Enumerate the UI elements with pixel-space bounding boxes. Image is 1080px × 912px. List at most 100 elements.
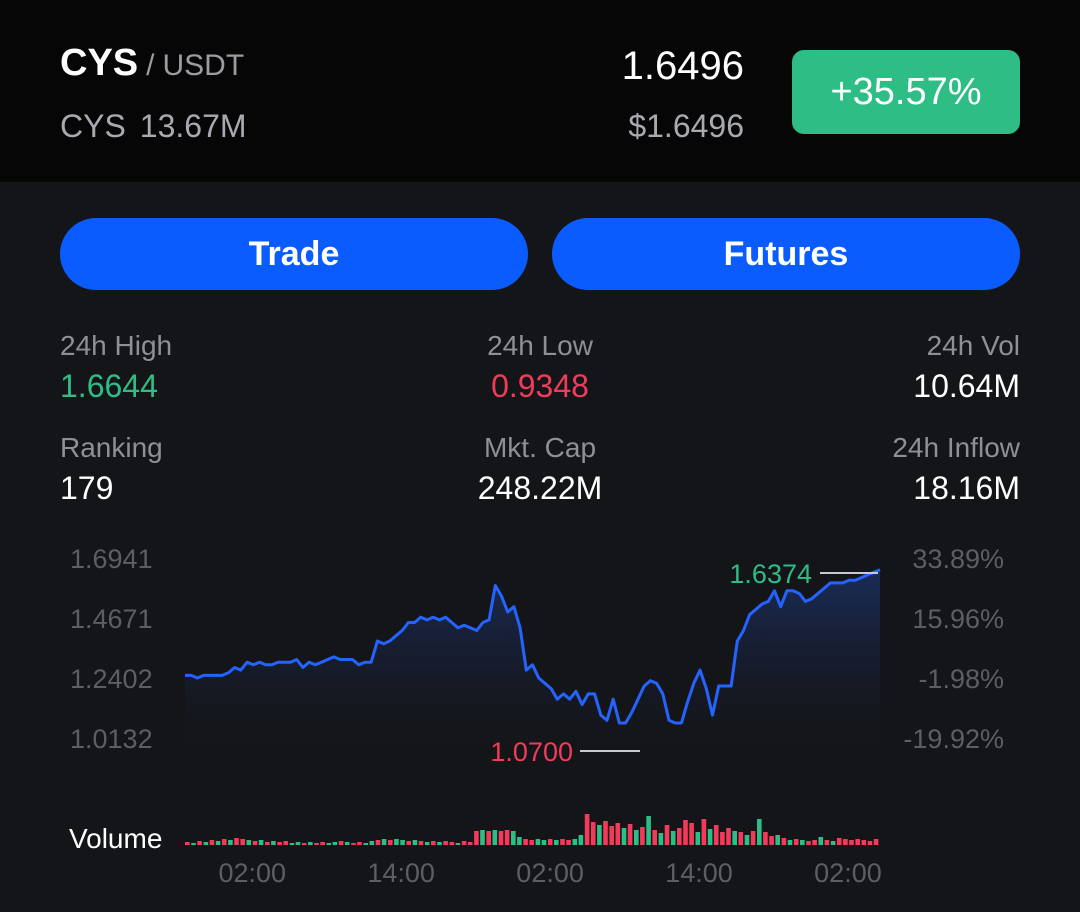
volume-bar (670, 831, 676, 845)
high-marker-label: 1.6374 (729, 559, 812, 589)
volume-bar (461, 841, 467, 845)
volume-bar (271, 841, 276, 845)
volume-bar (750, 831, 756, 845)
volume-bar (234, 838, 239, 845)
volume-bar (424, 842, 430, 845)
volume-bar (843, 839, 848, 845)
volume-bar (855, 839, 860, 845)
stat-market-cap: Mkt. Cap 248.22M (440, 432, 640, 507)
supply-symbol: CYS (60, 108, 126, 144)
volume-bar (535, 839, 541, 845)
volume-bar (191, 843, 196, 845)
x-tick-label: 02:00 (218, 858, 286, 888)
volume-bar (418, 841, 424, 845)
stat-label: Ranking (60, 432, 163, 463)
x-tick-label: 14:00 (367, 858, 435, 888)
volume-bar (443, 841, 448, 845)
pct-tick-label: 15.96% (912, 604, 1004, 634)
volume-bar (634, 830, 639, 845)
volume-bar (683, 820, 688, 845)
volume-bar (455, 843, 461, 845)
stat-ranking: Ranking 179 (60, 432, 163, 507)
futures-button[interactable]: Futures (552, 218, 1020, 290)
stat-value: 1.6644 (60, 368, 158, 404)
volume-bar (621, 828, 627, 845)
volume-bar (277, 842, 282, 845)
volume-bar (289, 843, 295, 845)
volume-bar (332, 842, 338, 845)
trading-pair[interactable]: CYS / USDT (60, 42, 244, 85)
volume-bar (554, 840, 559, 845)
x-tick-label: 02:00 (814, 858, 882, 888)
volume-bar (351, 843, 356, 845)
trade-button[interactable]: Trade (60, 218, 528, 290)
supply-info: CYS 13.67M (60, 108, 247, 145)
volume-bar (836, 838, 842, 845)
volume-bar (523, 839, 528, 845)
volume-bar (320, 842, 325, 845)
pct-tick-label: -1.98% (918, 664, 1004, 694)
volume-bar (738, 832, 744, 845)
volume-bar (498, 831, 504, 845)
volume-bar (615, 823, 621, 845)
volume-bar (363, 843, 368, 845)
volume-bar (873, 839, 879, 845)
volume-bar (308, 842, 313, 845)
pct-tick-label: 33.89% (912, 544, 1004, 574)
volume-bar (603, 821, 608, 845)
volume-bar (800, 840, 805, 845)
volume-bar (203, 842, 209, 845)
volume-bar (726, 828, 731, 845)
volume-bar (228, 840, 233, 845)
stat-value: 179 (60, 470, 114, 506)
volume-bar (793, 839, 799, 845)
volume-bar (658, 833, 664, 845)
volume-bar (824, 840, 830, 845)
volume-bar (830, 841, 836, 845)
volume-bar (818, 837, 824, 845)
volume-bar (480, 830, 485, 845)
volume-bar (197, 841, 202, 845)
volume-bar (566, 840, 571, 845)
volume-bar (664, 825, 670, 845)
volume-bar (689, 823, 694, 845)
volume-bar (695, 832, 701, 845)
stat-label: 24h Vol (926, 330, 1020, 361)
volume-bar (326, 843, 332, 845)
volume-bar (504, 830, 510, 845)
price-chart[interactable]: 1.6941 1.4671 1.2402 1.0132 33.89% 15.96% -1.… (0, 530, 1080, 912)
volume-bar (787, 840, 793, 845)
volume-bar (609, 826, 614, 845)
volume-bar (707, 829, 713, 845)
stat-label: 24h Inflow (892, 432, 1020, 463)
volume-bar (221, 839, 227, 845)
volume-bar (474, 831, 479, 845)
stat-24h-vol: 24h Vol 10.64M (913, 330, 1020, 405)
volume-bar (314, 843, 319, 845)
volume-bar (258, 840, 264, 845)
volume-bar (185, 842, 190, 845)
y-tick-label: 1.2402 (70, 664, 153, 694)
volume-bar (357, 842, 362, 845)
stat-label: 24h High (60, 330, 173, 361)
volume-bar (627, 824, 633, 845)
stat-24h-high: 24h High 1.6644 (60, 330, 172, 405)
volume-bar (640, 827, 645, 845)
volume-bar (295, 842, 301, 845)
stat-label: Mkt. Cap (483, 432, 597, 463)
volume-bar (375, 840, 381, 845)
volume-bar (677, 828, 682, 845)
stat-label: 24h Low (487, 330, 593, 361)
volume-bar (209, 840, 215, 845)
volume-bar (757, 819, 762, 845)
price-chart-svg[interactable]: 1.6941 1.4671 1.2402 1.0132 33.89% 15.96% -1.… (0, 530, 1080, 912)
volume-bar (406, 841, 411, 845)
volume-bar (861, 840, 867, 845)
last-price-usd: $1.6496 (628, 108, 744, 144)
volume-bar (240, 839, 245, 845)
last-price: 1.6496 (621, 44, 744, 88)
volume-bar (529, 840, 534, 845)
volume-bar (486, 831, 491, 845)
volume-bar (744, 835, 750, 845)
pct-tick-label: -19.92% (903, 724, 1004, 754)
